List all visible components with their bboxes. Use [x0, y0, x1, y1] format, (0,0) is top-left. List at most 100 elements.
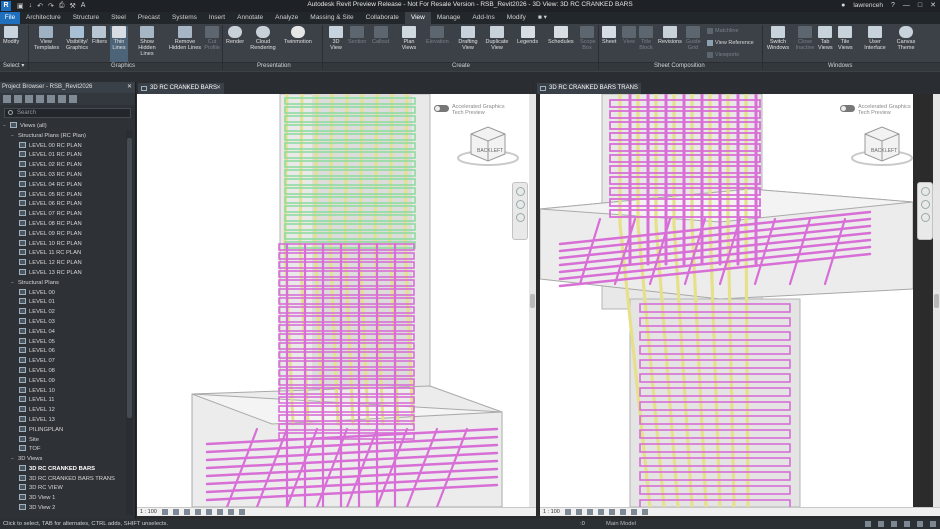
tab-add-ins[interactable]: Add-Ins: [466, 12, 500, 24]
face-select-icon[interactable]: [904, 521, 910, 527]
show-views-icon[interactable]: [47, 95, 55, 103]
left-3d-view-canvas[interactable]: Accelerated Graphics Tech Preview BACK L…: [137, 94, 530, 507]
tree-node[interactable]: LEVEL 06 RC PLAN: [0, 200, 126, 210]
tree-node[interactable]: LEVEL 05 RC PLAN: [0, 190, 126, 201]
link-icon[interactable]: [69, 95, 77, 103]
schedules-button[interactable]: Schedules: [548, 26, 574, 45]
measure-icon[interactable]: ⚒: [69, 2, 75, 10]
save-icon[interactable]: ↓: [29, 2, 33, 10]
tab-modify[interactable]: Modify: [501, 12, 532, 24]
tree-node[interactable]: LEVEL 02: [0, 308, 126, 318]
filter-icon[interactable]: [36, 95, 44, 103]
tab-insert[interactable]: Insert: [203, 12, 231, 24]
collapse-toggle-icon[interactable]: −: [3, 122, 10, 132]
zoom-icon[interactable]: [515, 200, 525, 209]
project-browser-scrollbar[interactable]: [127, 138, 132, 418]
lock-icon[interactable]: [619, 509, 626, 515]
visual-style-icon[interactable]: [172, 509, 179, 515]
thin-lines-button[interactable]: Thin Lines: [110, 26, 128, 62]
drag-select-icon[interactable]: [917, 521, 923, 527]
legends-button[interactable]: Legends: [517, 26, 538, 45]
scroll-thumb[interactable]: [530, 294, 535, 308]
tree-node[interactable]: LEVEL 07 RC PLAN: [0, 210, 126, 220]
tab-massing-site[interactable]: Massing & Site: [304, 12, 359, 24]
project-browser-search[interactable]: Search: [4, 108, 131, 118]
shadows-icon[interactable]: [597, 509, 604, 515]
crop-icon[interactable]: [227, 509, 234, 515]
print-icon[interactable]: ⎙: [59, 2, 65, 10]
close-icon[interactable]: ✕: [127, 82, 132, 93]
tree-node[interactable]: 3D View 2: [0, 504, 126, 514]
pan-icon[interactable]: [920, 213, 930, 222]
place-view-button[interactable]: View: [622, 26, 636, 45]
tree-node[interactable]: LEVEL 00: [0, 288, 126, 299]
right-view-scrollbar[interactable]: [933, 94, 940, 507]
collapse-toggle-icon[interactable]: −: [11, 132, 18, 142]
pan-icon[interactable]: [515, 213, 525, 222]
scope-box-button[interactable]: Scope Box: [580, 26, 596, 51]
switch-windows-button[interactable]: Switch Windows: [766, 26, 790, 51]
tree-node[interactable]: LEVEL 10 RC PLAN: [0, 239, 126, 250]
sun-path-icon[interactable]: [183, 509, 190, 515]
tree-node[interactable]: Site: [0, 435, 126, 446]
scroll-thumb[interactable]: [934, 294, 939, 308]
tree-node[interactable]: LEVEL 11: [0, 396, 126, 406]
close-icon[interactable]: ✕: [930, 1, 936, 9]
tab-views-button[interactable]: Tab Views: [818, 26, 833, 51]
guide-grid-button[interactable]: Guide Grid: [686, 26, 701, 51]
tree-node[interactable]: PILINGPLAN: [0, 425, 126, 436]
tree-node[interactable]: − Structural Plans (RC Plan): [0, 132, 126, 142]
main-model-selector[interactable]: Main Model: [606, 519, 636, 529]
help-icon[interactable]: ?: [891, 2, 895, 9]
steering-wheel-icon[interactable]: [920, 187, 930, 196]
ribbon-options-toggle[interactable]: ■ ▾: [532, 12, 553, 24]
left-view-scrollbar[interactable]: [529, 94, 536, 507]
tab-view[interactable]: View: [404, 12, 431, 24]
view-scale[interactable]: 1 : 100: [140, 508, 157, 516]
undo-icon[interactable]: ↶: [37, 2, 43, 10]
zoom-icon[interactable]: [920, 200, 930, 209]
hide-isolate-icon[interactable]: [641, 509, 648, 515]
collapse-toggle-icon[interactable]: −: [11, 455, 18, 465]
drafting-view-button[interactable]: Drafting View: [457, 26, 479, 51]
duplicate-view-button[interactable]: Duplicate View: [485, 26, 509, 51]
user-interface-button[interactable]: User Interface: [863, 26, 887, 51]
steering-wheel-icon[interactable]: [515, 187, 525, 196]
expand-all-icon[interactable]: [14, 95, 22, 103]
tree-node[interactable]: LEVEL 12: [0, 406, 126, 416]
cut-profile-button[interactable]: Cut Profile: [204, 26, 220, 51]
lock-icon[interactable]: [216, 509, 223, 515]
redo-icon[interactable]: ↷: [48, 2, 54, 10]
right-3d-view-canvas[interactable]: Accelerated Graphics Tech Preview BACK L…: [540, 94, 913, 507]
sun-path-icon[interactable]: [586, 509, 593, 515]
remove-hidden-lines-button[interactable]: Remove Hidden Lines: [167, 26, 203, 51]
visibility-graphics-button[interactable]: Visibility/ Graphics: [64, 26, 90, 51]
open-icon[interactable]: ▣: [17, 2, 24, 10]
tile-views-button[interactable]: Tile Views: [838, 26, 853, 51]
close-icon[interactable]: ✕: [216, 83, 221, 94]
section-button[interactable]: Section: [348, 26, 366, 45]
tree-node[interactable]: −3D Views: [0, 455, 126, 465]
user-name[interactable]: lawrenceh: [853, 2, 883, 9]
tree-node[interactable]: − Structural Plans: [0, 279, 126, 289]
view-scale[interactable]: 1 : 100: [543, 508, 560, 516]
tree-node[interactable]: LEVEL 05: [0, 337, 126, 348]
tab-analyze[interactable]: Analyze: [269, 12, 304, 24]
revisions-button[interactable]: Revisions: [658, 26, 682, 45]
tree-node[interactable]: LEVEL 01: [0, 298, 126, 308]
tab-annotate[interactable]: Annotate: [231, 12, 269, 24]
tab-steel[interactable]: Steel: [105, 12, 132, 24]
sheet-button[interactable]: Sheet: [602, 26, 616, 45]
twinmotion-button[interactable]: Twinmotion: [284, 26, 312, 45]
tree-node[interactable]: 3D RC CRANKED BARS TRANS: [0, 474, 126, 485]
accelerated-graphics-toggle[interactable]: Accelerated Graphics Tech Preview: [840, 104, 911, 116]
tree-node[interactable]: LEVEL 04 RC PLAN: [0, 180, 126, 191]
maximize-icon[interactable]: □: [918, 2, 922, 9]
tree-node[interactable]: TOF: [0, 445, 126, 455]
revit-logo[interactable]: R: [1, 1, 11, 11]
show-sheets-icon[interactable]: [58, 95, 66, 103]
tree-node[interactable]: LEVEL 08: [0, 366, 126, 377]
view-templates-button[interactable]: View Templates: [34, 26, 59, 51]
tree-node[interactable]: LEVEL 12 RC PLAN: [0, 259, 126, 269]
render-button[interactable]: Render: [226, 26, 244, 45]
